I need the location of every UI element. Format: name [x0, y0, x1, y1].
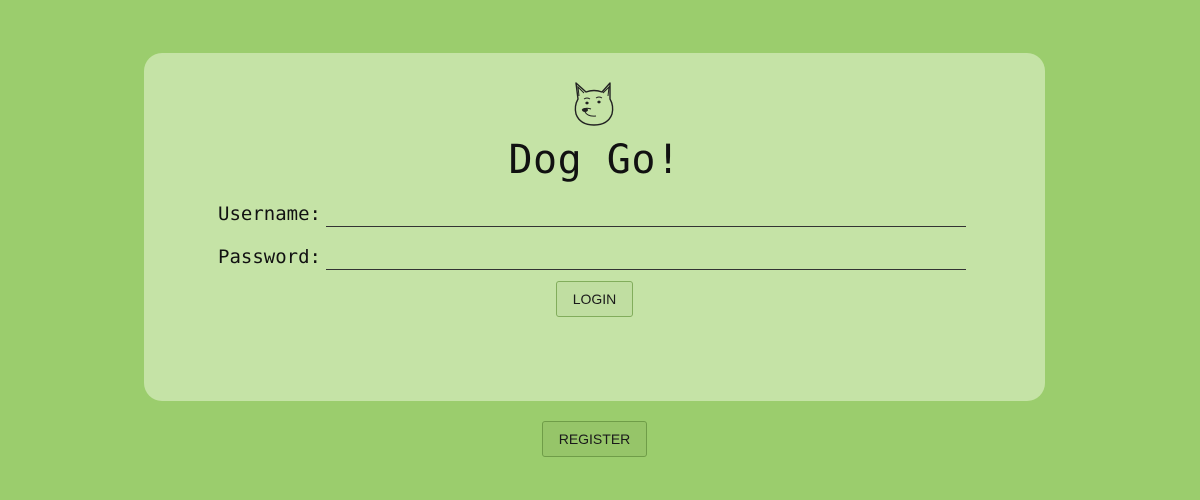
username-row: Username:	[218, 199, 966, 229]
password-row: Password:	[218, 242, 966, 272]
username-input[interactable]	[326, 199, 966, 227]
login-card: Dog Go! Username: Password: LOGIN	[144, 53, 1045, 401]
doge-dog-icon	[572, 79, 616, 127]
register-button[interactable]: REGISTER	[542, 421, 647, 457]
login-button[interactable]: LOGIN	[556, 281, 633, 317]
page-title: Dog Go!	[508, 137, 681, 183]
password-input[interactable]	[326, 242, 966, 270]
password-label: Password:	[218, 246, 321, 268]
page: Dog Go! Username: Password: LOGIN REGIST…	[0, 0, 1200, 500]
username-label: Username:	[218, 203, 321, 225]
